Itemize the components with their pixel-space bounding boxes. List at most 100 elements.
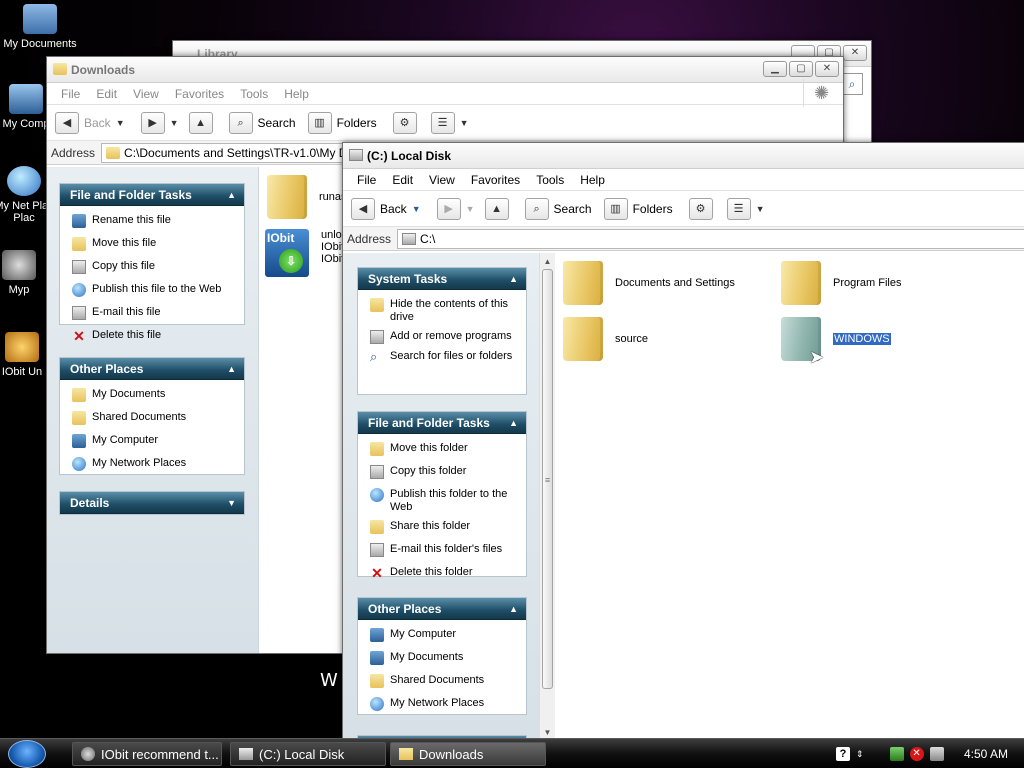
title-bar[interactable]: (C:) Local Disk [343, 143, 1024, 169]
panel-header[interactable]: Other Places ▲ [60, 358, 244, 380]
search-button[interactable]: ⌕ Search [524, 197, 592, 220]
desktop-icon-iobit[interactable]: IObit Un [0, 332, 50, 378]
collapse-icon[interactable]: ▲ [227, 358, 236, 380]
folder-item-selected[interactable]: WINDOWS [781, 317, 891, 361]
collapse-icon[interactable]: ▲ [509, 268, 518, 290]
local-disk-window[interactable]: (C:) Local Disk File Edit View Favorites… [342, 142, 1024, 742]
views-button[interactable]: ☰ ▼ [430, 111, 469, 134]
tray-chevron-icon[interactable]: ⇕ [856, 749, 864, 760]
taskbar-task-downloads[interactable]: Downloads [390, 742, 546, 766]
panel-header[interactable]: File and Folder Tasks ▲ [60, 184, 244, 206]
menu-favorites[interactable]: Favorites [167, 87, 232, 101]
task-email-folder[interactable]: E-mail this folder's files [358, 536, 526, 559]
collapse-icon[interactable]: ▲ [227, 184, 236, 206]
close-button[interactable]: ✕ [815, 61, 839, 77]
task-share-folder[interactable]: Share this folder [358, 516, 526, 536]
folders-button[interactable]: ▥ Folders [307, 111, 377, 134]
menu-file[interactable]: File [349, 173, 384, 187]
vertical-scrollbar[interactable]: ▲ ≡ ▼ [539, 253, 555, 741]
panel-header[interactable]: Details ▼ [60, 492, 244, 514]
search-button[interactable]: ⌕ Search [228, 111, 296, 134]
task-add-remove-programs[interactable]: Add or remove programs [358, 326, 526, 346]
panel-header[interactable]: File and Folder Tasks ▲ [358, 412, 526, 434]
folder-item[interactable]: Documents and Settings [563, 261, 735, 305]
panel-header[interactable]: Other Places ▲ [358, 598, 526, 620]
place-my-network[interactable]: My Network Places [60, 450, 244, 473]
place-my-documents[interactable]: My Documents [60, 386, 244, 404]
maximize-button[interactable]: ▢ [789, 61, 813, 77]
chevron-down-icon[interactable]: ▼ [116, 118, 125, 128]
collapse-icon[interactable]: ▲ [509, 412, 518, 434]
place-my-documents[interactable]: My Documents [358, 644, 526, 667]
back-button[interactable]: ◀ Back ▼ [351, 197, 421, 220]
task-email-file[interactable]: E-mail this file [60, 299, 244, 322]
settings-button[interactable]: ⚙ [688, 197, 713, 220]
task-delete-folder[interactable]: ✕ Delete this folder [358, 559, 526, 582]
scroll-thumb[interactable]: ≡ [542, 269, 553, 689]
task-move-folder[interactable]: Move this folder [358, 440, 526, 458]
task-rename-file[interactable]: Rename this file [60, 212, 244, 230]
refresh-icon[interactable]: ⌕ [841, 73, 863, 95]
task-delete-file[interactable]: ✕ Delete this file [60, 322, 244, 345]
address-field[interactable]: C:\ [397, 228, 1024, 249]
folders-button[interactable]: ▥ Folders [603, 197, 673, 220]
taskbar-task-local-disk[interactable]: (C:) Local Disk [230, 742, 386, 766]
chevron-down-icon[interactable]: ▼ [170, 118, 179, 128]
clock[interactable]: 4:50 AM [964, 747, 1008, 761]
menu-tools[interactable]: Tools [232, 87, 276, 101]
desktop-icon-myp[interactable]: Myp [0, 250, 44, 296]
views-button[interactable]: ☰ ▼ [726, 197, 765, 220]
publish-icon [370, 488, 384, 502]
forward-button[interactable]: ▶ ▼ [436, 197, 475, 220]
place-my-computer[interactable]: My Computer [60, 427, 244, 450]
start-button[interactable] [8, 740, 46, 768]
task-search-files[interactable]: ⌕ Search for files or folders [358, 346, 526, 366]
title-bar[interactable]: Downloads ▁ ▢ ✕ [47, 57, 843, 83]
file-item[interactable]: runas [267, 175, 347, 219]
task-copy-file[interactable]: Copy this file [60, 253, 244, 276]
volume-icon[interactable] [929, 747, 944, 761]
task-hide-drive[interactable]: Hide the contents of this drive [358, 296, 526, 326]
desktop-icon-my-documents[interactable]: My Documents [0, 4, 80, 50]
back-button[interactable]: ◀ Back ▼ [55, 111, 125, 134]
collapse-icon[interactable]: ▲ [509, 598, 518, 620]
menu-tools[interactable]: Tools [528, 173, 572, 187]
help-icon[interactable]: ? [836, 747, 850, 761]
menu-edit[interactable]: Edit [384, 173, 421, 187]
folder-item[interactable]: Program Files [781, 261, 901, 305]
menu-view[interactable]: View [125, 87, 167, 101]
task-move-file[interactable]: Move this file [60, 230, 244, 253]
task-publish-folder[interactable]: Publish this folder to the Web [358, 481, 526, 516]
task-publish-file[interactable]: Publish this file to the Web [60, 276, 244, 299]
expand-icon[interactable]: ▼ [227, 492, 236, 514]
menu-help[interactable]: Help [572, 173, 613, 187]
network-icon[interactable] [889, 747, 904, 761]
scroll-down-icon[interactable]: ▼ [540, 728, 555, 737]
forward-button[interactable]: ▶ ▼ [140, 111, 179, 134]
folder-item[interactable]: source [563, 317, 648, 361]
menu-file[interactable]: File [53, 87, 88, 101]
panel-header[interactable]: System Tasks ▲ [358, 268, 526, 290]
menu-edit[interactable]: Edit [88, 87, 125, 101]
scroll-up-icon[interactable]: ▲ [540, 257, 555, 266]
toolbar: ◀ Back ▼ ▶ ▼ ▲ ⌕ Search ▥ Folders ⚙ ☰ ▼ [343, 191, 1024, 227]
desktop-watermark: W [320, 670, 338, 691]
place-my-computer[interactable]: My Computer [358, 626, 526, 644]
place-shared-documents[interactable]: Shared Documents [60, 404, 244, 427]
minimize-button[interactable]: ▁ [763, 61, 787, 77]
file-item[interactable]: IObit ⇩ unloc IObit IObit [265, 229, 347, 277]
menu-view[interactable]: View [421, 173, 463, 187]
chevron-down-icon[interactable]: ▼ [466, 204, 475, 214]
menu-help[interactable]: Help [276, 87, 317, 101]
task-copy-folder[interactable]: Copy this folder [358, 458, 526, 481]
up-folder-button[interactable]: ▲ [188, 111, 213, 134]
place-shared-documents[interactable]: Shared Documents [358, 667, 526, 690]
chevron-down-icon[interactable]: ▼ [412, 204, 421, 214]
security-alert-icon[interactable]: ✕ [909, 747, 924, 761]
menu-favorites[interactable]: Favorites [463, 173, 528, 187]
place-my-network[interactable]: My Network Places [358, 690, 526, 713]
close-button[interactable]: ✕ [843, 45, 867, 61]
taskbar-task-iobit[interactable]: IObit recommend t... [72, 742, 222, 766]
settings-button[interactable]: ⚙ [392, 111, 417, 134]
up-folder-button[interactable]: ▲ [484, 197, 509, 220]
